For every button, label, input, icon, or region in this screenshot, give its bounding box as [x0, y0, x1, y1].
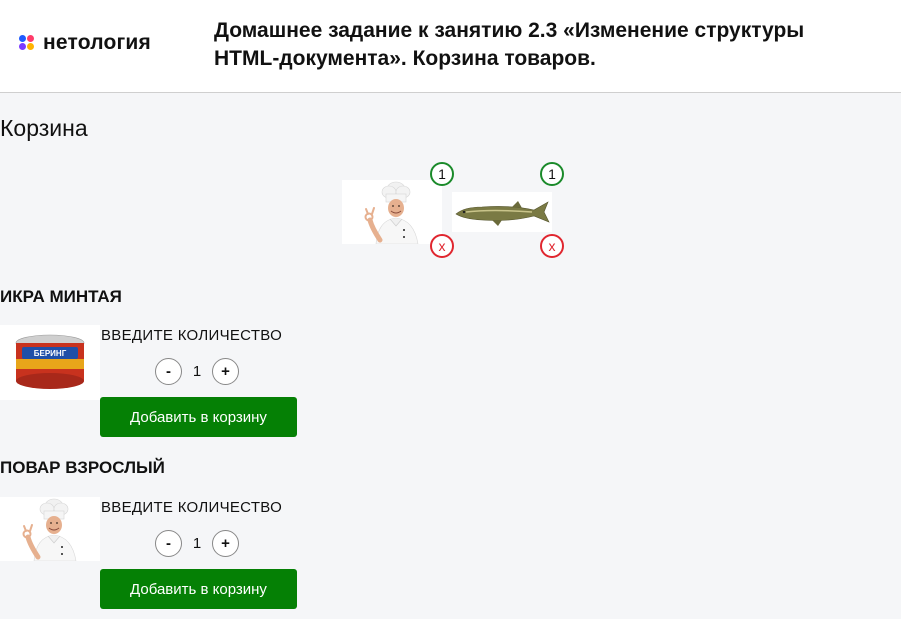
- product-title: ИКРА МИНТАЯ: [0, 287, 122, 306]
- increment-button[interactable]: +: [212, 358, 239, 385]
- cart-item-count-badge: 1: [430, 162, 454, 186]
- canned-caviar-image: БЕРИНГ: [0, 325, 100, 400]
- site-header: нетология Домашнее задание к занятию 2.3…: [0, 0, 901, 93]
- decrement-button[interactable]: -: [155, 358, 182, 385]
- cart-item-count-badge: 1: [540, 162, 564, 186]
- logo[interactable]: нетология: [19, 31, 151, 55]
- product-title: ПОВАР ВЗРОСЛЫЙ: [0, 458, 165, 477]
- add-to-cart-button[interactable]: Добавить в корзину: [100, 569, 297, 609]
- increment-button[interactable]: +: [212, 530, 239, 557]
- pike-fish-image: [452, 192, 552, 232]
- remove-from-cart-button[interactable]: x: [540, 234, 564, 258]
- quantity-value: 1: [192, 363, 202, 380]
- chef-image: [0, 497, 100, 561]
- page-header-title: Домашнее задание к занятию 2.3 «Изменени…: [214, 19, 805, 70]
- logo-icon: [19, 35, 35, 51]
- quantity-label: ВВЕДИТЕ КОЛИЧЕСТВО: [101, 327, 283, 344]
- cart-item: 1 x: [342, 162, 464, 262]
- add-to-cart-button[interactable]: Добавить в корзину: [100, 397, 297, 437]
- quantity-value: 1: [192, 535, 202, 552]
- logo-text: нетология: [43, 31, 151, 54]
- cart-item: 1 x: [452, 162, 574, 262]
- can-label: БЕРИНГ: [34, 349, 67, 358]
- cart-title: Корзина: [0, 115, 88, 141]
- quantity-label: ВВЕДИТЕ КОЛИЧЕСТВО: [101, 499, 283, 516]
- chef-image: [342, 180, 442, 244]
- decrement-button[interactable]: -: [155, 530, 182, 557]
- remove-from-cart-button[interactable]: x: [430, 234, 454, 258]
